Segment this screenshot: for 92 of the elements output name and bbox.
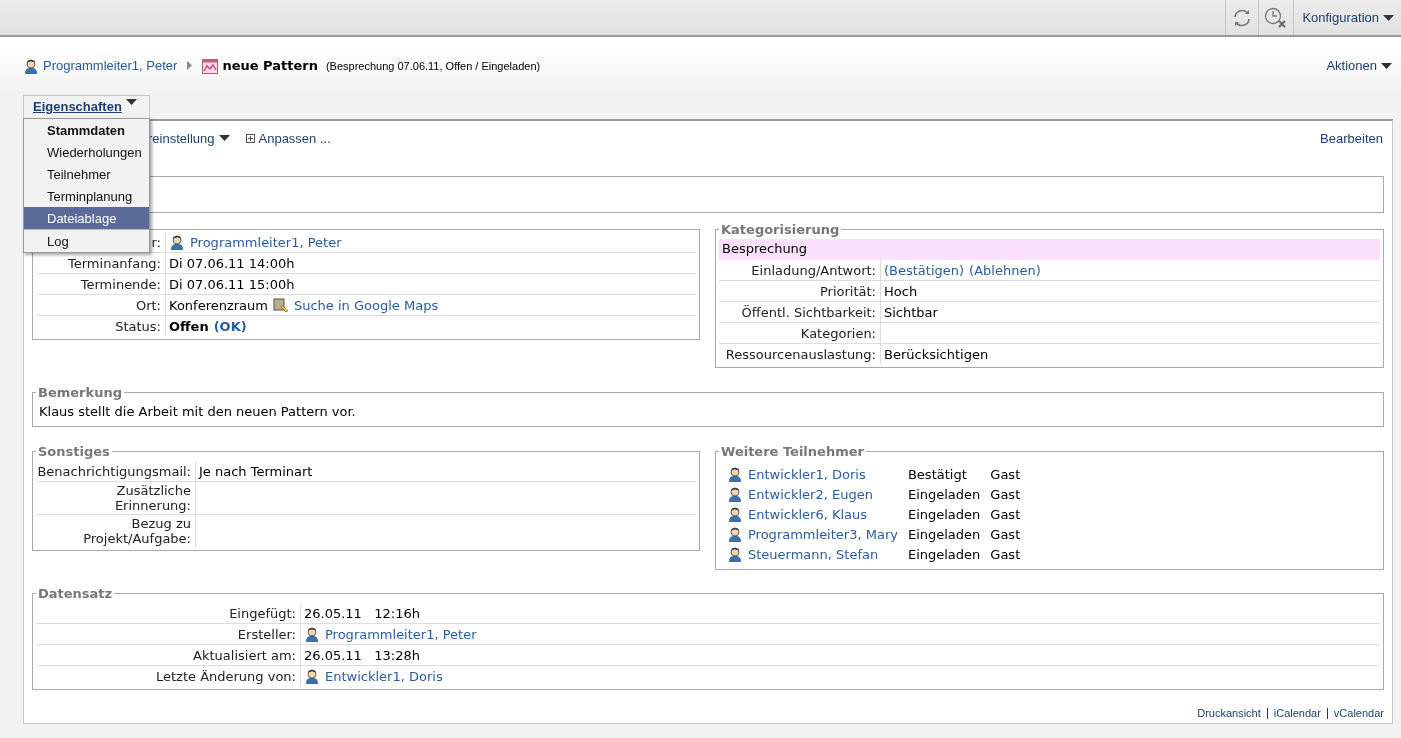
field-label: Benachrichtigungsmail: <box>37 463 191 479</box>
field-label: Status: <box>115 318 161 334</box>
section-title: Datensatz <box>37 586 114 601</box>
participant-role: Gast <box>990 546 1021 562</box>
field-label: Ressourcenauslastung: <box>725 346 876 362</box>
field-label: Priorität: <box>819 283 876 299</box>
person-link[interactable]: Programmleiter1, Peter <box>190 234 342 250</box>
person-link[interactable]: Entwickler1, Doris <box>325 668 443 684</box>
caret-icon <box>1383 14 1394 21</box>
participant-link[interactable]: Programmleiter3, Mary <box>748 526 898 542</box>
page-title: neue Pattern <box>222 58 318 73</box>
menu-item[interactable]: Stammdaten <box>24 119 149 141</box>
participant-status: Eingeladen <box>907 526 981 542</box>
clock-icon[interactable] <box>1264 6 1289 29</box>
field-value: Sichtbar <box>884 304 938 320</box>
footer-link[interactable]: Druckansicht <box>1191 708 1267 719</box>
field-value: Di 07.06.11 14:00h <box>169 255 295 271</box>
edit-link[interactable]: Bearbeiten <box>1320 130 1383 146</box>
person-icon <box>304 626 320 642</box>
customize-link[interactable]: Anpassen ... <box>245 130 331 146</box>
status-link[interactable]: (OK) <box>213 318 247 334</box>
field-label: Eingefügt: <box>229 605 296 621</box>
participant-status: Eingeladen <box>907 546 981 562</box>
field-label: r: <box>151 234 161 250</box>
section-title: Weitere Teilnehmer <box>720 444 865 459</box>
person-icon <box>727 526 743 542</box>
page-subtitle: (Besprechung 07.06.11, Offen / Eingeladen) <box>325 59 541 72</box>
status-value: Offen <box>169 318 209 334</box>
person-icon <box>304 668 320 684</box>
field-value: Di 07.06.11 15:00h <box>169 276 295 292</box>
field-label: Ersteller: <box>237 626 296 642</box>
field-label: Bezug zu Projekt/Aufgabe: <box>82 516 191 546</box>
participant-link[interactable]: Steuermann, Stefan <box>748 546 879 562</box>
participant-status: Bestätigt <box>907 466 968 482</box>
participant-status: Eingeladen <box>907 486 981 502</box>
menu-item[interactable]: Terminplanung <box>24 185 149 207</box>
section-title: Sonstiges <box>37 444 111 459</box>
field-value: 26.05.11 13:28h <box>304 647 420 663</box>
field-label: Kategorien: <box>800 325 876 341</box>
field-value: 26.05.11 12:16h <box>304 605 420 621</box>
participant-role: Gast <box>990 486 1021 502</box>
plus-icon <box>245 133 255 143</box>
participant-status: Eingeladen <box>907 506 981 522</box>
field-label: Aktualisiert am: <box>193 647 296 663</box>
field-value: Je nach Terminart <box>199 463 313 479</box>
field-value: Konferenzraum <box>169 297 268 313</box>
answer-link[interactable]: (Ablehnen) <box>969 262 1041 278</box>
caret-icon <box>1381 62 1392 69</box>
participant-role: Gast <box>990 526 1021 542</box>
person-icon <box>727 486 743 502</box>
field-value: Berücksichtigen <box>884 346 989 362</box>
section-title: Kategorisierung <box>720 222 841 237</box>
person-icon <box>727 546 743 562</box>
answer-link[interactable]: (Bestätigen) <box>884 262 965 278</box>
person-icon <box>169 234 185 250</box>
breadcrumb-link[interactable]: Programmleiter1, Peter <box>43 58 178 73</box>
configuration-menu[interactable]: Konfiguration <box>1293 0 1401 35</box>
menu-item[interactable]: Teilnehmer <box>24 163 149 185</box>
properties-tab[interactable]: Eigenschaften <box>23 95 150 120</box>
participant-link[interactable]: Entwickler6, Klaus <box>748 506 868 522</box>
person-icon <box>23 57 39 74</box>
menu-item[interactable]: Log <box>24 229 149 252</box>
person-icon <box>727 506 743 522</box>
map-link[interactable]: Suche in Google Maps <box>294 297 439 313</box>
remark-text: Klaus stellt die Arbeit mit den neuen Pattern vor. <box>38 403 357 421</box>
map-icon <box>273 297 289 313</box>
caret-icon <box>218 135 230 141</box>
section-title: Bemerkung <box>37 385 123 400</box>
person-link[interactable]: Programmleiter1, Peter <box>325 626 477 642</box>
footer-link[interactable]: vCalendar <box>1326 708 1384 719</box>
calendar-icon <box>202 57 219 74</box>
field-label: Letzte Änderung von: <box>155 668 296 684</box>
person-icon <box>727 466 743 482</box>
footer-link[interactable]: iCalendar <box>1266 708 1327 719</box>
view-menu[interactable]: reinstellung <box>148 130 230 146</box>
field-value: Hoch <box>884 283 918 299</box>
field-label: Öffentl. Sichtbarkeit: <box>741 304 876 320</box>
caret-icon <box>125 99 137 105</box>
field-label: Terminende: <box>80 276 161 292</box>
actions-menu[interactable]: Aktionen <box>1326 58 1392 73</box>
field-label: Terminanfang: <box>68 255 161 271</box>
participant-role: Gast <box>990 506 1021 522</box>
category-bar: Besprechung <box>719 239 1380 260</box>
menu-item[interactable]: Wiederholungen <box>24 141 149 163</box>
chevron-icon <box>187 61 193 70</box>
participant-link[interactable]: Entwickler2, Eugen <box>748 486 873 502</box>
field-label: Zusätzliche Erinnerung: <box>113 483 191 513</box>
participant-role: Gast <box>990 466 1021 482</box>
field-label: Einladung/Antwort: <box>751 262 876 278</box>
menu-item[interactable]: Dateiablage <box>24 207 149 229</box>
participant-link[interactable]: Entwickler1, Doris <box>748 466 866 482</box>
field-label: Ort: <box>135 297 161 313</box>
